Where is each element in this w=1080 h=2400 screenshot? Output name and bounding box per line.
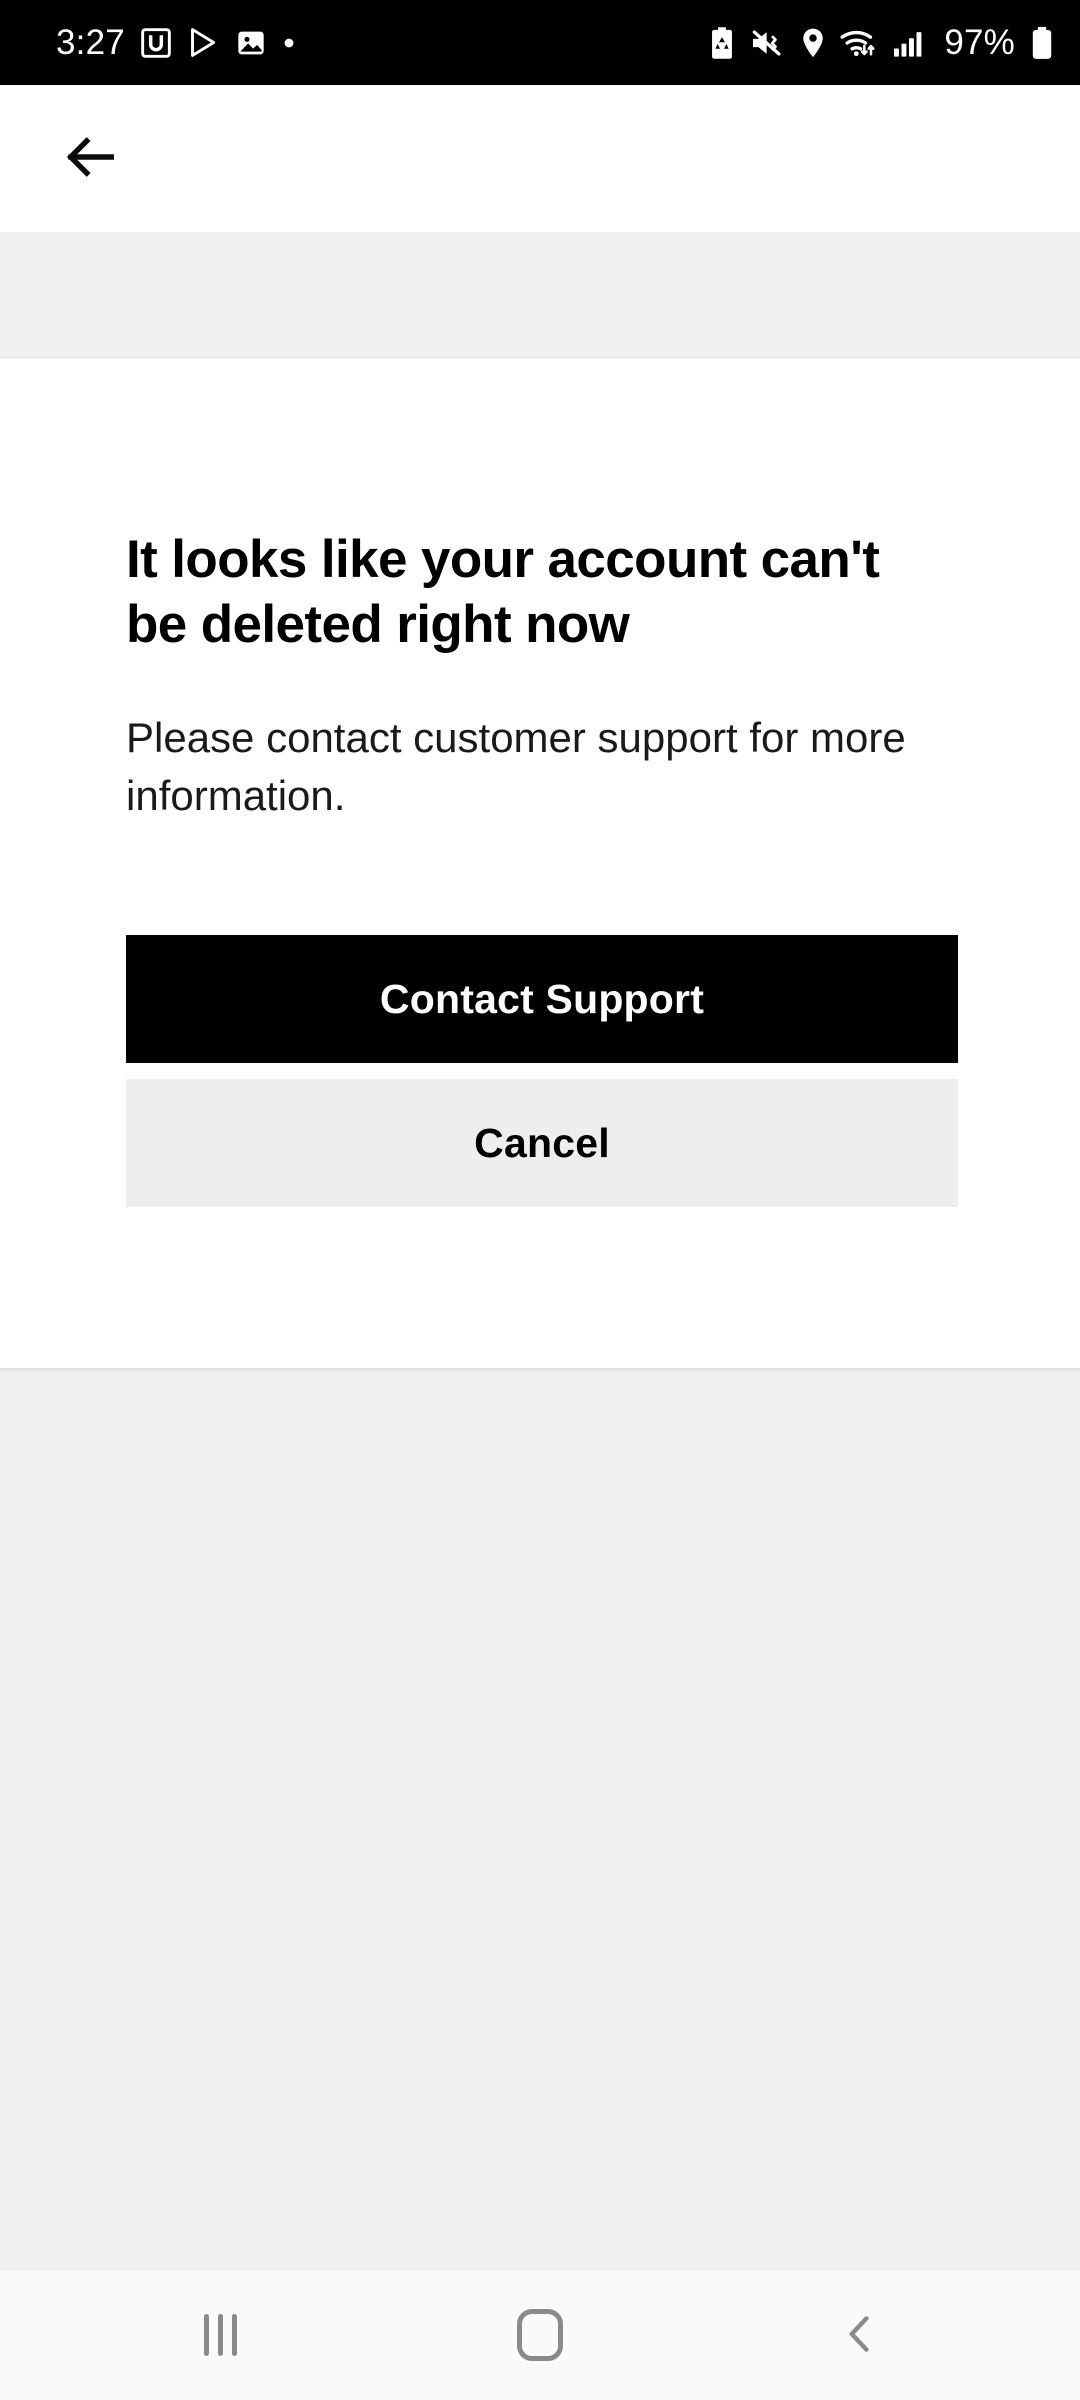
home-icon <box>517 2309 563 2361</box>
arrow-left-icon <box>63 130 117 187</box>
battery-percent-label: 97% <box>944 22 1015 62</box>
back-button[interactable] <box>48 117 132 201</box>
phone-screen: 3:27 97% It looks like your account can'… <box>0 0 1080 2400</box>
system-navigation-bar <box>0 2270 1080 2400</box>
page-description: Please contact customer support for more… <box>126 714 906 820</box>
battery-icon <box>1030 26 1054 60</box>
page-background-area <box>0 1368 1080 2270</box>
location-pin-icon <box>800 27 826 59</box>
gallery-image-icon <box>235 27 267 59</box>
cellular-signal-icon <box>892 28 926 58</box>
battery-saver-icon <box>708 26 736 60</box>
contact-support-button[interactable]: Contact Support <box>126 935 958 1064</box>
content-card: It looks like your account can't be dele… <box>0 358 1080 1368</box>
status-bar: 3:27 97% <box>0 0 1080 85</box>
recents-button[interactable] <box>145 2270 295 2400</box>
app-bar <box>0 85 1080 232</box>
play-store-icon <box>187 26 220 59</box>
top-gray-band <box>0 232 1080 358</box>
sound-mute-vibrate-icon <box>750 28 786 58</box>
page-title: It looks like your account can't be dele… <box>126 530 880 654</box>
back-nav-button[interactable] <box>785 2270 935 2400</box>
back-chevron-icon <box>838 2312 882 2359</box>
uber-app-icon <box>140 27 172 59</box>
cancel-button[interactable]: Cancel <box>126 1079 958 1208</box>
status-bar-right-group: 97% <box>708 23 1054 63</box>
status-bar-clock: 3:27 <box>56 22 125 62</box>
home-button[interactable] <box>465 2270 615 2400</box>
status-bar-left-group: 3:27 <box>56 23 296 63</box>
wifi-icon <box>840 27 878 59</box>
notification-dot-icon <box>282 36 296 50</box>
recents-icon <box>203 2314 237 2356</box>
